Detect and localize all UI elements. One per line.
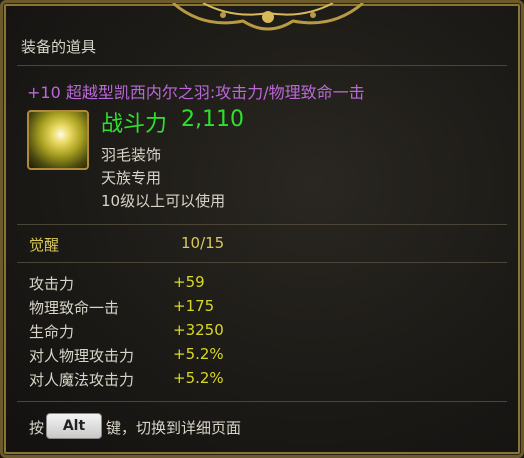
item-level-requirement: 10级以上可以使用: [101, 192, 226, 210]
item-type: 羽毛装饰: [101, 146, 162, 164]
stat-label: 生命力: [29, 323, 75, 341]
hint-suffix: 键，切换到详细页面: [106, 419, 242, 437]
stat-value: +175: [173, 297, 215, 315]
awaken-label: 觉醒: [29, 236, 60, 254]
divider: [17, 262, 507, 263]
stat-label: 对人物理攻击力: [29, 347, 135, 365]
ornament-icon: [172, 3, 364, 31]
stat-value: +3250: [173, 321, 224, 339]
awaken-value: 10/15: [181, 234, 225, 252]
feather-icon: [27, 110, 89, 170]
combat-power-value: 2,110: [181, 107, 244, 132]
divider: [17, 401, 507, 402]
combat-power-label: 战斗力: [101, 112, 168, 137]
stat-label: 对人魔法攻击力: [29, 371, 135, 389]
tooltip-header: 装备的道具: [21, 38, 97, 56]
alt-key-badge: Alt: [46, 413, 102, 439]
stat-label: 物理致命一击: [29, 299, 120, 317]
item-name: +10 超越型凯西内尔之羽:攻击力/物理致命一击: [27, 83, 365, 102]
hint-prefix: 按: [29, 419, 45, 437]
stat-value: +5.2%: [173, 345, 224, 363]
stat-value: +59: [173, 273, 205, 291]
divider: [17, 224, 507, 225]
stat-value: +5.2%: [173, 369, 224, 387]
item-race-restriction: 天族专用: [101, 169, 162, 187]
divider: [17, 65, 507, 66]
stat-label: 攻击力: [29, 275, 75, 293]
item-tooltip: 装备的道具 +10 超越型凯西内尔之羽:攻击力/物理致命一击 战斗力 2,110…: [0, 0, 524, 458]
